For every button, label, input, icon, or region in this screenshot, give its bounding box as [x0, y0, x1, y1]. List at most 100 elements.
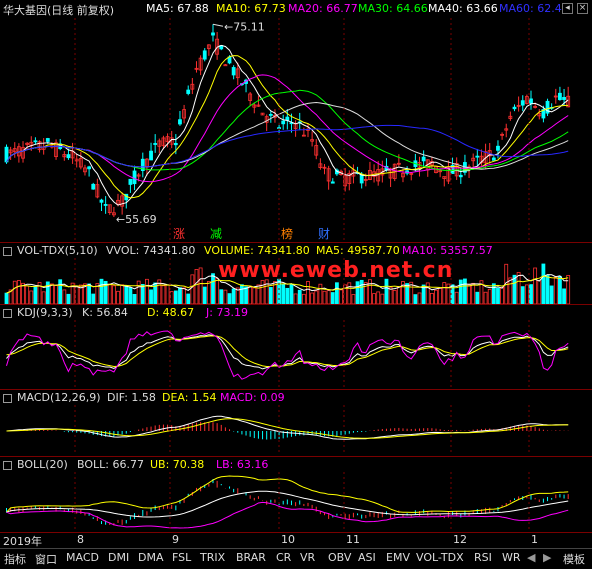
tab-dma[interactable]: DMA: [138, 551, 164, 564]
volume-bar: [314, 290, 319, 304]
candle-body: [520, 100, 525, 106]
volume-bar: [438, 287, 443, 304]
macd-chart[interactable]: [0, 405, 592, 455]
volume-bar: [376, 291, 381, 304]
vol-ma10: MA10: 53557.57: [402, 244, 493, 257]
low-price-label: ←55.69: [116, 213, 157, 226]
panel-toggle-icon[interactable]: [3, 309, 12, 318]
tab-emv[interactable]: EMV: [386, 551, 410, 564]
boll-chart[interactable]: [0, 472, 592, 532]
volume-bar: [227, 293, 232, 304]
panel-toggle-icon[interactable]: [3, 461, 12, 470]
volume-bar: [116, 290, 120, 304]
tab-rsi[interactable]: RSI: [474, 551, 492, 564]
volume-bar: [173, 290, 178, 304]
tab-vr[interactable]: VR: [300, 551, 315, 564]
ma5-value: MA5: 67.88: [146, 2, 209, 15]
volume-bar: [202, 286, 207, 304]
high-marker-line: [212, 23, 224, 27]
candle-body: [285, 116, 290, 121]
macd-dif: DIF: 1.58: [107, 391, 156, 404]
event-marker-cai[interactable]: 财: [318, 225, 330, 242]
candle-body: [33, 140, 38, 143]
volume-bar: [318, 283, 323, 304]
ma30-value: MA30: 64.66: [358, 2, 428, 15]
panel-toggle-icon[interactable]: [3, 394, 12, 403]
tab-macd[interactable]: MACD: [66, 551, 99, 564]
volume-bar: [244, 286, 248, 304]
volume-bar: [566, 275, 571, 304]
scroll-left-icon[interactable]: ◀: [527, 551, 535, 564]
volume-bar: [16, 280, 21, 304]
volume-bar: [136, 280, 141, 304]
kdj-chart[interactable]: [0, 320, 592, 388]
tab-cr[interactable]: CR: [276, 551, 291, 564]
volume-bar: [425, 282, 430, 304]
minimize-icon[interactable]: ◂: [562, 3, 573, 14]
tab-window[interactable]: 窗口: [35, 551, 57, 567]
divider-kdj: [0, 304, 592, 305]
tab-vol-tdx[interactable]: VOL-TDX: [416, 551, 464, 564]
date-axis-month-11: 11: [346, 533, 360, 546]
tab-indicator[interactable]: 指标: [4, 551, 26, 567]
volume-bar: [149, 289, 153, 304]
candle-body: [45, 138, 50, 142]
tab-obv[interactable]: OBV: [328, 551, 351, 564]
date-axis-month-8: 8: [77, 533, 84, 546]
volume-bar: [128, 287, 133, 304]
volume-bar: [190, 274, 195, 304]
chart-header: 华大基因(日线 前复权) MA5: 67.88 MA10: 67.73 MA20…: [0, 0, 592, 18]
tab-dmi[interactable]: DMI: [108, 551, 129, 564]
volume-bar: [487, 288, 492, 304]
volume-bar: [252, 287, 257, 304]
volume-bar: [285, 287, 290, 304]
tab-trix[interactable]: TRIX: [200, 551, 225, 564]
volume-bar: [99, 278, 104, 304]
volume-bar: [467, 284, 471, 304]
tab-asi[interactable]: ASI: [358, 551, 376, 564]
volume-bar: [198, 267, 203, 304]
volume-bar: [537, 280, 542, 304]
date-axis-month-10: 10: [281, 533, 295, 546]
close-icon[interactable]: ×: [577, 3, 588, 14]
divider-macd: [0, 389, 592, 390]
volume-bar: [396, 286, 401, 304]
candle-body: [66, 154, 71, 159]
volume-bar: [41, 291, 46, 304]
ma60-value: MA60: 62.4: [499, 2, 562, 15]
candle-body: [173, 142, 178, 146]
candle-body: [496, 145, 500, 151]
tab-template[interactable]: 模板: [563, 551, 585, 567]
volume-bar: [516, 272, 521, 304]
volume-bar: [322, 290, 327, 304]
volume-bar: [529, 284, 533, 304]
event-marker-jian[interactable]: 减: [210, 225, 222, 242]
event-marker-zhang[interactable]: 涨: [173, 225, 185, 242]
volume-bar: [429, 292, 434, 304]
kdj-d: D: 48.67: [147, 306, 195, 319]
tab-fsl[interactable]: FSL: [172, 551, 191, 564]
volume-bar: [293, 293, 298, 304]
candle-body: [562, 96, 566, 100]
scroll-right-icon[interactable]: ▶: [543, 551, 551, 564]
volume-bar: [74, 286, 79, 304]
volume-bar: [240, 284, 244, 304]
watermark: www.eweb.net.cn: [218, 258, 454, 283]
candlestick-chart[interactable]: ←75.11 ←55.69: [0, 18, 592, 240]
panel-toggle-icon[interactable]: [3, 247, 12, 256]
volume-bar: [132, 294, 137, 304]
volume-bar: [165, 284, 170, 304]
volume-bar: [21, 282, 25, 304]
volume-bar: [186, 293, 191, 304]
volume-bar: [211, 273, 215, 304]
volume-bar: [351, 294, 356, 304]
event-marker-bang[interactable]: 榜: [281, 225, 293, 242]
tab-wr[interactable]: WR: [502, 551, 521, 564]
kdj-name: KDJ(9,3,3): [17, 306, 73, 319]
vol-legend: VOL-TDX(5,10) VVOL: 74341.80 VOLUME: 743…: [0, 244, 592, 258]
volume-bar: [380, 293, 385, 304]
tab-brar[interactable]: BRAR: [236, 551, 266, 564]
volume-bar: [91, 293, 96, 304]
volume-bar: [558, 275, 562, 304]
volume-bar: [62, 289, 67, 304]
